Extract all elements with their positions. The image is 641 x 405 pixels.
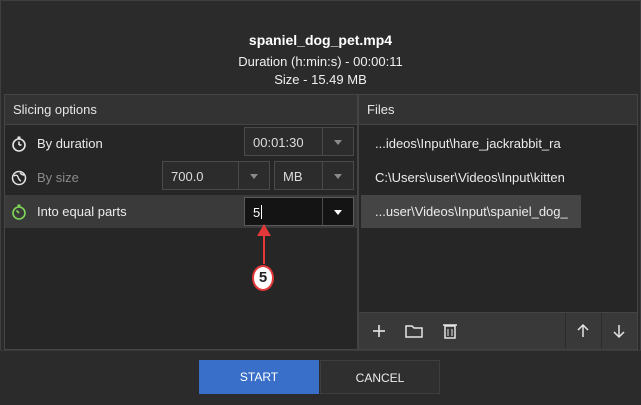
dialog-footer: START CANCEL	[0, 350, 641, 405]
file-info-header: spaniel_dog_pet.mp4 Duration (h:min:s) -…	[0, 0, 641, 94]
chevron-down-icon[interactable]	[322, 162, 353, 189]
size-unit: MB	[283, 169, 303, 184]
option-equal-parts-label: Into equal parts	[37, 204, 127, 219]
file-list-item[interactable]: ...user\Videos\Input\spaniel_dog_	[361, 195, 581, 228]
files-toolbar	[359, 312, 637, 349]
slicing-options-panel: Slicing options By duration 00:01:30 By …	[4, 94, 358, 350]
duration-value: 00:01:30	[253, 135, 304, 150]
size-combobox[interactable]: 700.0	[162, 161, 270, 190]
cancel-button[interactable]: CANCEL	[320, 360, 440, 394]
equal-parts-input[interactable]: 5	[244, 197, 354, 226]
stopwatch-icon	[12, 136, 26, 152]
option-by-duration[interactable]: By duration 00:01:30	[5, 127, 357, 160]
trash-icon[interactable]	[433, 313, 467, 349]
files-panel: Files ...ideos\Input\hare_jackrabbit_ra …	[358, 94, 638, 350]
equal-parts-value: 5	[253, 205, 263, 220]
file-name: spaniel_dog_pet.mp4	[248, 32, 393, 48]
size-value: 700.0	[171, 169, 204, 184]
start-button[interactable]: START	[199, 360, 319, 394]
file-list-item[interactable]: ...ideos\Input\hare_jackrabbit_ra	[361, 127, 581, 160]
plus-icon[interactable]	[362, 313, 396, 349]
slicing-options-title: Slicing options	[5, 95, 357, 125]
size-unit-combobox[interactable]: MB	[274, 161, 354, 190]
option-equal-parts[interactable]: Into equal parts 5	[5, 195, 357, 228]
files-title: Files	[359, 95, 637, 125]
folder-icon[interactable]	[397, 313, 431, 349]
option-by-size[interactable]: By size 700.0 MB	[5, 161, 357, 194]
file-size: Size - 15.49 MB	[274, 72, 367, 87]
arrow-up-icon[interactable]	[566, 313, 600, 349]
globe-icon	[11, 170, 27, 186]
option-by-duration-label: By duration	[37, 136, 103, 151]
chevron-down-icon[interactable]	[322, 198, 353, 225]
arrow-down-icon[interactable]	[602, 313, 636, 349]
chevron-down-icon[interactable]	[238, 162, 269, 189]
file-duration: Duration (h:min:s) - 00:00:11	[238, 54, 403, 69]
annotation-arrow-line	[263, 232, 265, 264]
annotation-badge: 5	[252, 265, 274, 291]
file-list-item[interactable]: C:\Users\user\Videos\Input\kitten	[361, 161, 581, 194]
option-by-size-label: By size	[37, 170, 79, 185]
duration-combobox[interactable]: 00:01:30	[244, 127, 354, 156]
annotation-arrow-head	[257, 224, 271, 236]
chevron-down-icon[interactable]	[322, 128, 353, 155]
stopwatch-icon	[12, 204, 26, 220]
